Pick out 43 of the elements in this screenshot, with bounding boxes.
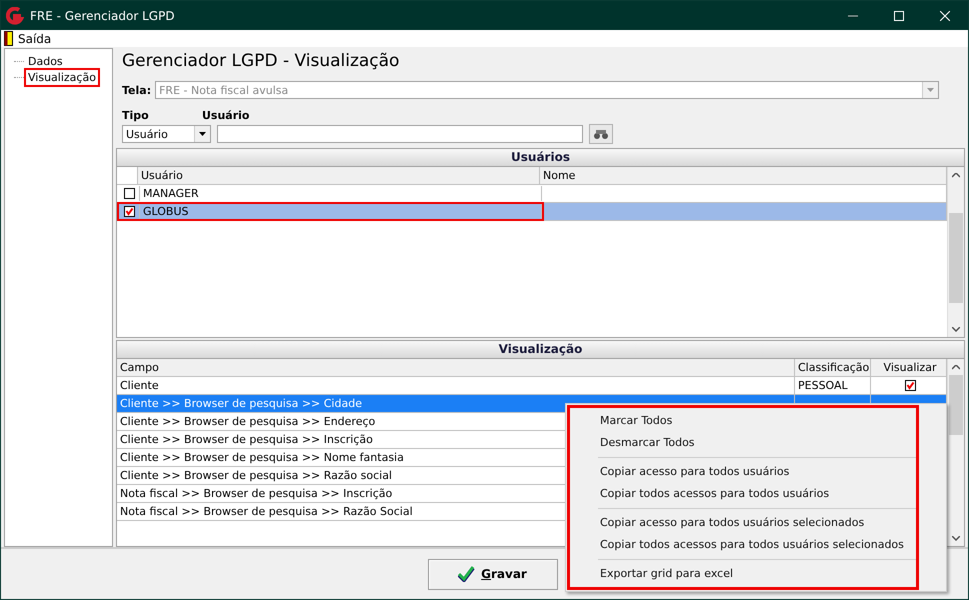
save-button[interactable]: Gravar <box>428 558 558 590</box>
door-icon <box>4 31 13 46</box>
binoculars-icon <box>593 128 609 140</box>
column-header[interactable]: Classificação <box>795 359 871 376</box>
page-heading: Gerenciador LGPD - Visualização <box>121 50 400 73</box>
dropdown-arrow-icon <box>927 88 934 92</box>
menu-item[interactable]: Copiar todos acessos para todos usuários selecionados <box>570 534 916 556</box>
checkmark-icon <box>458 566 476 582</box>
scrollbar[interactable] <box>947 359 964 546</box>
field-label: Usuário <box>202 109 250 123</box>
field-label: Tela: <box>122 84 152 96</box>
column-header[interactable]: Visualizar <box>871 359 947 376</box>
scrollbar[interactable] <box>947 167 964 337</box>
search-button[interactable] <box>589 124 613 144</box>
tree-item[interactable]: Dados <box>24 52 67 70</box>
type-dropdown[interactable]: Usuário <box>122 125 211 143</box>
column-header[interactable]: Usuário <box>138 167 540 184</box>
menu-item[interactable]: Exportar grid para excel <box>570 563 916 585</box>
maximize-icon <box>894 10 904 20</box>
scroll-down-icon <box>952 536 960 540</box>
scroll-down-icon <box>952 326 960 332</box>
grid-title: Visualização <box>117 341 964 359</box>
scroll-up-icon <box>952 172 960 178</box>
tree-item[interactable]: Visualização <box>24 68 100 86</box>
column-header[interactable]: Campo <box>117 359 795 376</box>
checkbox[interactable] <box>124 188 134 199</box>
grid-title: Usuários <box>117 149 964 167</box>
table-cell: GLOBUS <box>140 204 542 219</box>
close-icon <box>940 10 950 20</box>
table-cell: Cliente <box>117 377 795 394</box>
logo-icon <box>6 6 24 24</box>
menu-item[interactable]: Saída <box>4 31 52 46</box>
checked-checkbox[interactable] <box>904 380 916 391</box>
checked-checkbox[interactable] <box>124 206 134 217</box>
table-row[interactable]: GLOBUS <box>117 203 947 221</box>
field-label: Tipo <box>122 109 150 123</box>
table-cell: PESSOAL <box>795 377 871 394</box>
column-header[interactable]: Nome <box>540 167 947 184</box>
user-input-field[interactable] <box>217 125 583 143</box>
dropdown-arrow-icon <box>199 132 206 136</box>
scroll-up-icon <box>952 364 960 370</box>
table-cell: MANAGER <box>140 186 542 201</box>
window-title: FRE - Gerenciador LGPD <box>30 8 176 22</box>
